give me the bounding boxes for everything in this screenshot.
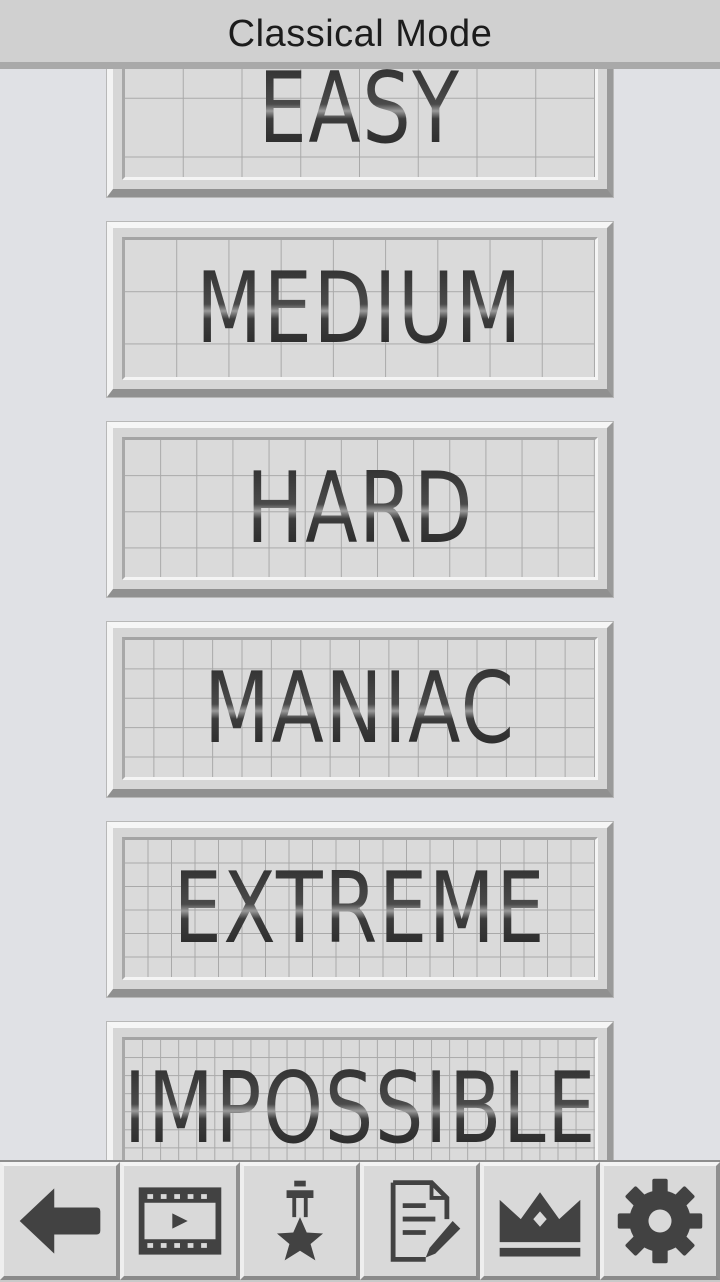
leaderboard-button[interactable] xyxy=(480,1162,600,1280)
bottom-toolbar xyxy=(0,1160,720,1282)
level-label: MEDIUM xyxy=(196,251,524,366)
crown-leaderboard-icon xyxy=(499,1192,581,1257)
level-label: IMPOSSIBLE xyxy=(123,1051,597,1160)
level-grid-panel: MANIAC xyxy=(122,637,598,780)
level-label: HARD xyxy=(245,451,474,566)
level-list: EASY MEDIUM HARD MANIAC EXTREME IMPOSSIB… xyxy=(0,0,720,1160)
video-button[interactable] xyxy=(120,1162,240,1280)
level-button-impossible[interactable]: IMPOSSIBLE xyxy=(107,1022,613,1160)
achievement-star-icon xyxy=(276,1180,324,1261)
level-grid-panel: IMPOSSIBLE xyxy=(122,1037,598,1160)
level-grid-panel: MEDIUM xyxy=(122,237,598,380)
video-film-icon xyxy=(138,1187,222,1255)
level-button-extreme[interactable]: EXTREME xyxy=(107,822,613,997)
back-button[interactable] xyxy=(0,1162,120,1280)
notes-edit-icon xyxy=(390,1180,461,1262)
back-arrow-icon xyxy=(19,1188,101,1254)
achievements-button[interactable] xyxy=(240,1162,360,1280)
level-grid-panel: EXTREME xyxy=(122,837,598,980)
notes-button[interactable] xyxy=(360,1162,480,1280)
settings-gear-icon xyxy=(617,1178,703,1264)
page-title: Classical Mode xyxy=(227,12,493,55)
level-button-medium[interactable]: MEDIUM xyxy=(107,222,613,397)
level-label: MANIAC xyxy=(204,651,516,766)
level-button-hard[interactable]: HARD xyxy=(107,422,613,597)
level-label: EASY xyxy=(258,51,462,166)
level-label: EXTREME xyxy=(173,851,547,966)
level-button-maniac[interactable]: MANIAC xyxy=(107,622,613,797)
settings-button[interactable] xyxy=(600,1162,720,1280)
top-app-bar: Classical Mode xyxy=(0,0,720,69)
level-grid-panel: HARD xyxy=(122,437,598,580)
